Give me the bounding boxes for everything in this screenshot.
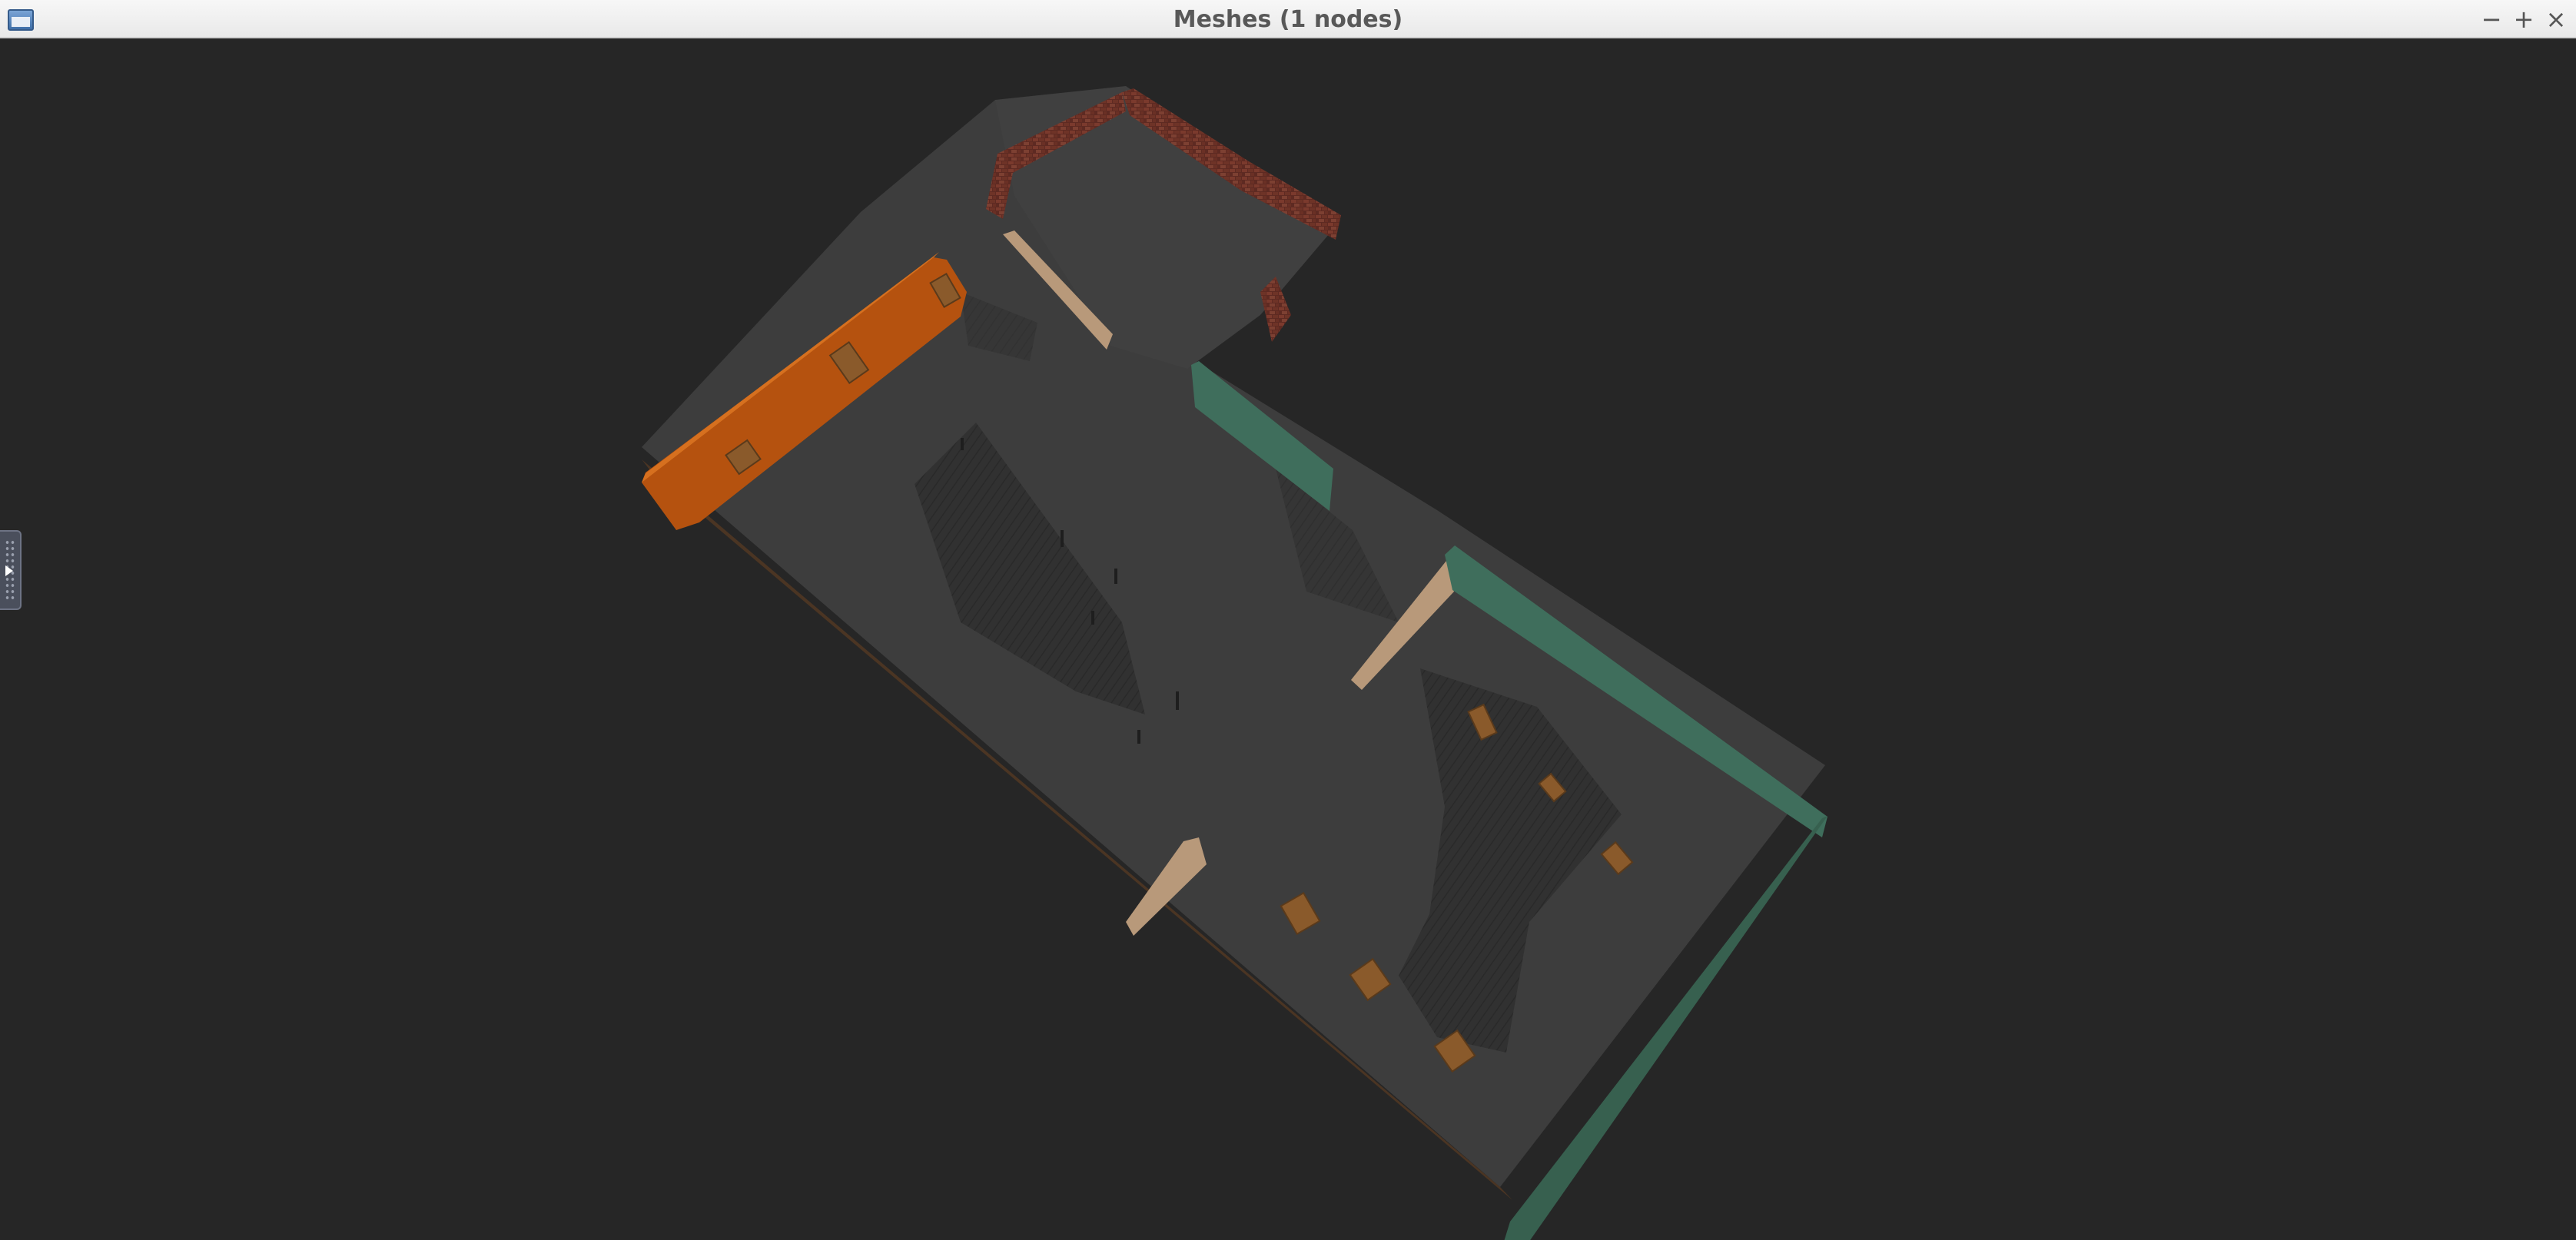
window-titlebar[interactable]: Meshes (1 nodes) − + × [0,0,2576,38]
app-window: Meshes (1 nodes) − + × [0,0,2576,1240]
side-panel-handle[interactable] [0,530,22,610]
expand-panel-arrow-icon[interactable] [5,565,13,576]
window-title: Meshes (1 nodes) [1173,6,1403,33]
maximize-button[interactable]: + [2508,4,2539,35]
minimize-button[interactable]: − [2476,4,2507,35]
3d-viewport[interactable] [0,38,2576,1240]
close-button[interactable]: × [2541,4,2571,35]
mesh-scene[interactable] [0,38,2576,1240]
